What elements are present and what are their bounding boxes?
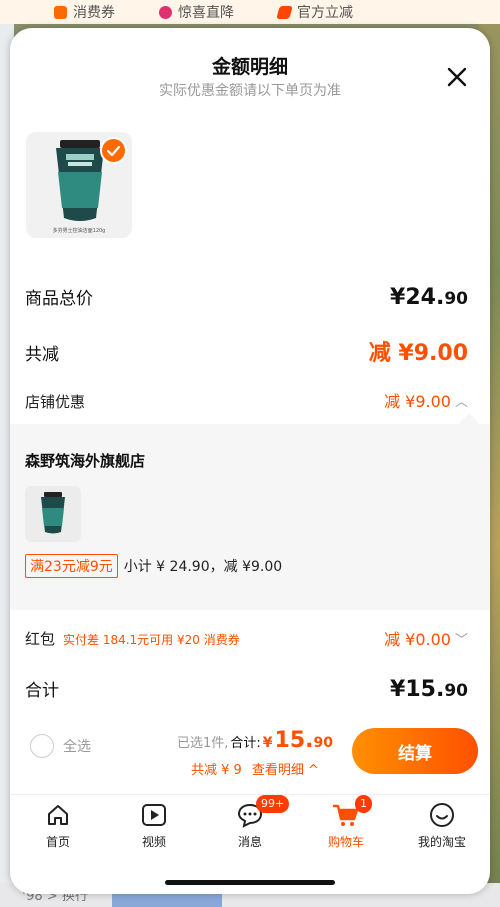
sheet-subtitle: 实际优惠金额请以下单页为准 <box>159 83 341 99</box>
tab-messages-label: 消息 <box>237 835 262 849</box>
amount-detail-sheet: 金额明细 实际优惠金额请以下单页为准 多芬男士控油洁面120g 商品总价 ¥24… <box>10 28 490 894</box>
sheet-header: 金额明细 实际优惠金额请以下单页为准 <box>10 28 490 112</box>
bolt-icon <box>276 5 293 19</box>
video-icon <box>142 804 166 826</box>
sheet-title: 金额明细 <box>211 56 288 78</box>
shop-discount-detail: 森野筑海外旗舰店 满23元减9元 小计 ¥ 24.90，减 ¥9.00 <box>10 424 490 610</box>
close-icon[interactable] <box>446 66 468 88</box>
tab-cart-label: 购物车 <box>327 835 364 849</box>
messages-badge: 99+ <box>256 795 290 813</box>
price-drop-chip: 惊喜直降 <box>159 2 234 22</box>
shop-product-thumbnail <box>25 486 81 542</box>
checkout-total-label: 合计: <box>230 736 261 751</box>
promo-line: 满23元减9元 小计 ¥ 24.90，减 ¥9.00 <box>25 554 282 578</box>
coupon-chip: 消费券 <box>54 2 115 22</box>
select-all-radio[interactable] <box>30 734 54 758</box>
grand-total-label: 合计 <box>25 681 59 701</box>
discount-value: 减 ¥9.00 <box>368 341 468 366</box>
red-packet-note: 实付差 184.1元可用 ¥20 消费券 <box>63 632 240 647</box>
grand-total-row: 合计 ¥15.90 <box>25 676 468 702</box>
view-detail-text: 查看明细 ^ <box>251 763 319 778</box>
cart-badge: 1 <box>355 795 372 813</box>
tab-profile-label: 我的淘宝 <box>417 835 466 849</box>
official-discount-chip-label: 官方立减 <box>297 5 353 21</box>
shop-discount-value: 减 ¥9.00 ︿ <box>384 392 468 411</box>
discount-row: 共减 减 ¥9.00 <box>25 335 468 367</box>
promo-tag: 满23元减9元 <box>25 554 118 578</box>
checkout-button[interactable]: 结算 <box>352 728 478 774</box>
tab-video-label: 视频 <box>141 835 166 849</box>
drop-icon <box>159 5 172 19</box>
price-drop-chip-label: 惊喜直降 <box>178 5 234 21</box>
discount-label: 共减 <box>25 345 59 365</box>
tab-cart[interactable]: 1 购物车 <box>298 795 394 856</box>
red-packet-label: 红包 <box>25 629 56 648</box>
tab-home-label: 首页 <box>45 835 70 849</box>
red-packet-value: 减 ¥0.00 ﹀ <box>384 630 468 649</box>
selected-check-icon[interactable] <box>100 137 127 164</box>
grand-total-value: ¥15.90 <box>390 677 468 702</box>
tab-messages[interactable]: 99+ 消息 <box>202 795 298 856</box>
checkout-summary: 已选1件, 合计: ¥ 15.90 <box>177 728 333 753</box>
product-caption: 多芬男士控油洁面120g <box>52 228 106 234</box>
view-detail-link[interactable]: 共减 ¥ 9 查看明细 ^ <box>191 759 319 778</box>
home-indicator[interactable] <box>165 880 335 885</box>
tab-home[interactable]: 首页 <box>10 795 106 856</box>
tab-profile[interactable]: 我的淘宝 <box>394 795 490 856</box>
chevron-up-icon: ︿ <box>454 394 468 410</box>
shop-name: 森野筑海外旗舰店 <box>25 452 146 470</box>
chevron-down-icon: ﹀ <box>454 632 468 648</box>
profile-icon <box>430 803 454 827</box>
promo-detail: 小计 ¥ 24.90，减 ¥9.00 <box>123 559 283 575</box>
selected-count: 已选1件, <box>177 736 229 751</box>
bottom-tabbar: 首页 视频 99+ 消息 1 购物车 我的淘宝 <box>10 794 490 856</box>
coupon-chip-label: 消费券 <box>73 5 115 21</box>
red-packet-row[interactable]: 红包 实付差 184.1元可用 ¥20 消费券 减 ¥0.00 ﹀ <box>25 626 468 650</box>
total-price-label: 商品总价 <box>25 289 93 309</box>
total-price-value: ¥24.90 <box>390 285 468 310</box>
shop-discount-row[interactable]: 店铺优惠 减 ¥9.00 ︿ <box>25 388 468 412</box>
checkout-amount: 15.90 <box>274 728 334 753</box>
background-top-strip: 消费券 惊喜直降 官方立减 <box>0 0 500 24</box>
total-price-row: 商品总价 ¥24.90 <box>25 284 468 310</box>
checkout-yen: ¥ <box>262 735 273 751</box>
tab-video[interactable]: 视频 <box>106 795 202 856</box>
official-discount-chip: 官方立减 <box>276 2 353 22</box>
home-icon <box>48 805 68 825</box>
coupon-icon <box>54 5 67 19</box>
checkout-bar: 全选 已选1件, 合计: ¥ 15.90 共减 ¥ 9 查看明细 ^ 结算 <box>10 720 490 790</box>
select-all-label[interactable]: 全选 <box>63 736 91 756</box>
shop-discount-label: 店铺优惠 <box>25 393 86 411</box>
checkout-total-discount: 共减 ¥ 9 <box>191 763 242 778</box>
